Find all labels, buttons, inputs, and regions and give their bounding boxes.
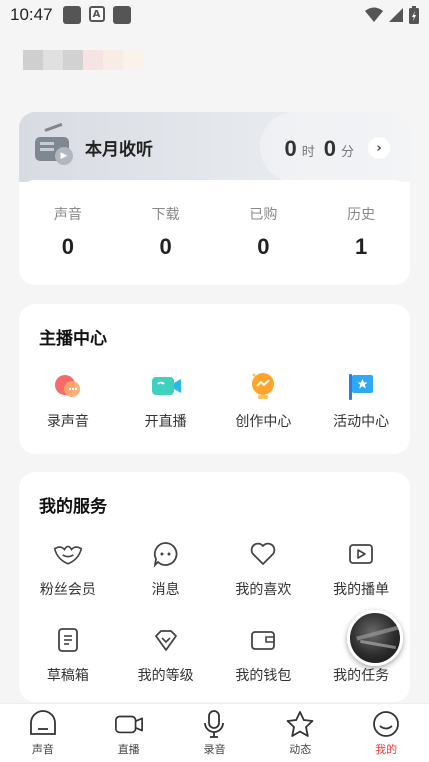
record-sound-icon [52, 370, 84, 402]
section-title: 主播中心 [39, 329, 107, 349]
drafts-button[interactable]: 草稿箱 [19, 624, 117, 685]
fan-member-icon [52, 538, 84, 570]
activity-center-button[interactable]: 活动中心 [312, 370, 410, 431]
tab-record[interactable]: 录音 [172, 704, 258, 762]
sound-home-icon [28, 709, 58, 739]
status-system-icons [365, 6, 419, 24]
anchor-center-card: 主播中心 录声音 开直播 创作中心 活动中心 [19, 304, 410, 454]
section-title: 我的服务 [39, 497, 107, 517]
stat-history[interactable]: 历史 1 [312, 180, 410, 285]
anchor-grid: 录声音 开直播 创作中心 活动中心 [19, 370, 410, 431]
creator-bulb-icon [247, 370, 279, 402]
tab-feed[interactable]: 动态 [257, 704, 343, 762]
listen-header: ▶ 本月收听 0 时 0 分 › [19, 112, 410, 182]
monthly-listen-card[interactable]: ▶ 本月收听 0 时 0 分 › 声音 0 下载 0 已购 0 历史 1 [19, 112, 410, 285]
status-notification-icons: A [62, 6, 131, 24]
listen-stats: 声音 0 下载 0 已购 0 历史 1 [19, 180, 410, 285]
activity-flag-icon [345, 370, 377, 402]
bottom-tab-bar: 声音 直播 录音 动态 我的 [0, 703, 429, 762]
status-bar: 10:47 A [0, 0, 429, 30]
signal-icon [389, 8, 403, 22]
status-time: 10:47 [10, 5, 53, 24]
now-playing-avatar[interactable] [347, 610, 403, 666]
message-icon [150, 538, 182, 570]
profile-face-icon [371, 709, 401, 739]
start-live-button[interactable]: 开直播 [117, 370, 215, 431]
wifi-icon [365, 7, 383, 22]
tab-sound[interactable]: 声音 [0, 704, 86, 762]
star-icon [285, 709, 315, 739]
creator-center-button[interactable]: 创作中心 [215, 370, 313, 431]
playlist-icon [345, 538, 377, 570]
my-playlist-button[interactable]: 我的播单 [312, 538, 410, 599]
my-services-card: 我的服务 粉丝会员 消息 我的喜欢 我的播单 草稿箱 我的等级 我的钱包 我的任… [19, 472, 410, 702]
chevron-right-icon[interactable]: › [368, 137, 390, 159]
services-grid-row-1: 粉丝会员 消息 我的喜欢 我的播单 [19, 538, 410, 599]
user-profile-blur[interactable] [23, 50, 143, 70]
listen-hours: 0 [284, 136, 297, 161]
battery-icon [409, 6, 419, 24]
my-level-button[interactable]: 我的等级 [117, 624, 215, 685]
listen-duration: 0 时 0 分 [284, 136, 354, 161]
level-diamond-icon [150, 624, 182, 656]
notification-icon [112, 6, 131, 24]
listen-minutes: 0 [323, 136, 336, 161]
stat-sound[interactable]: 声音 0 [19, 180, 117, 285]
my-wallet-button[interactable]: 我的钱包 [215, 624, 313, 685]
draft-icon [52, 624, 84, 656]
stat-purchased[interactable]: 已购 0 [215, 180, 313, 285]
record-sound-button[interactable]: 录声音 [19, 370, 117, 431]
microphone-icon [199, 709, 229, 739]
live-icon [114, 709, 144, 739]
stat-download[interactable]: 下载 0 [117, 180, 215, 285]
wallet-icon [247, 624, 279, 656]
heart-icon [247, 538, 279, 570]
radio-icon: ▶ [35, 122, 75, 165]
listen-title: 本月收听 [85, 139, 153, 160]
fan-member-button[interactable]: 粉丝会员 [19, 538, 117, 599]
notification-icon [62, 6, 81, 24]
app-a-icon: A [88, 6, 105, 22]
my-likes-button[interactable]: 我的喜欢 [215, 538, 313, 599]
live-camera-icon [150, 370, 182, 402]
tab-mine[interactable]: 我的 [343, 704, 429, 762]
message-button[interactable]: 消息 [117, 538, 215, 599]
tab-live[interactable]: 直播 [86, 704, 172, 762]
